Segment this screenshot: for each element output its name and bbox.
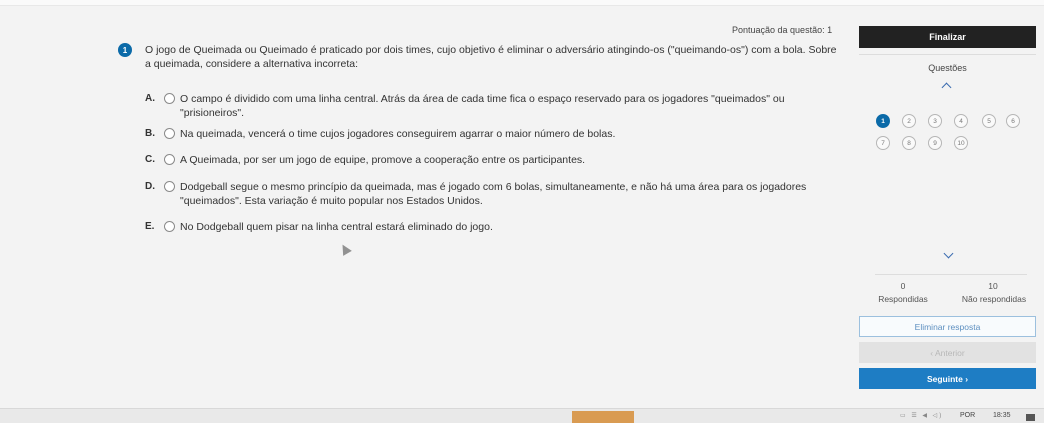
unanswered-label: Não respondidas bbox=[961, 294, 1027, 304]
option-a-radio[interactable] bbox=[164, 93, 175, 104]
option-e-radio[interactable] bbox=[164, 221, 175, 232]
option-text: O campo é dividido com uma linha central… bbox=[180, 93, 785, 119]
system-tray-icons[interactable]: ▭ ☰ ◀ ◁) bbox=[900, 412, 943, 419]
chevron-down-icon[interactable] bbox=[943, 248, 954, 259]
option-text: No Dodgeball quem pisar na linha central… bbox=[180, 221, 493, 233]
taskbar-app-highlight[interactable] bbox=[572, 411, 634, 423]
option-text: Na queimada, vencerá o time cujos jogado… bbox=[180, 128, 616, 140]
notification-icon[interactable] bbox=[1026, 414, 1035, 421]
answered-count: 0 bbox=[900, 281, 906, 291]
question-button-5[interactable]: 5 bbox=[982, 114, 996, 128]
option-d[interactable]: D. Dodgeball segue o mesmo princípio da … bbox=[145, 180, 820, 208]
question-button-3[interactable]: 3 bbox=[928, 114, 942, 128]
question-button-7[interactable]: 7 bbox=[876, 136, 890, 150]
questions-title: Questões bbox=[928, 63, 967, 73]
chevron-up-icon[interactable] bbox=[941, 82, 952, 93]
question-score: Pontuação da questão: 1 bbox=[732, 25, 833, 35]
clock[interactable]: 18:35 bbox=[993, 412, 1011, 419]
question-text: O jogo de Queimada ou Queimado é pratica… bbox=[145, 44, 837, 70]
divider bbox=[875, 274, 1027, 275]
option-letter: E. bbox=[145, 221, 155, 232]
mouse-cursor-icon bbox=[338, 242, 352, 256]
question-button-9[interactable]: 9 bbox=[928, 136, 942, 150]
option-b[interactable]: B. Na queimada, vencerá o time cujos jog… bbox=[145, 127, 820, 141]
eliminate-answer-button[interactable]: Eliminar resposta bbox=[859, 316, 1036, 337]
language-indicator[interactable]: POR bbox=[960, 412, 975, 419]
sidebar: Finalizar Questões 1 2 3 4 5 6 7 8 9 10 … bbox=[855, 22, 1039, 402]
next-button[interactable]: Seguinte › bbox=[859, 368, 1036, 389]
option-a[interactable]: A. O campo é dividido com uma linha cent… bbox=[145, 92, 820, 120]
option-e[interactable]: E. No Dodgeball quem pisar na linha cent… bbox=[145, 220, 820, 234]
option-c-radio[interactable] bbox=[164, 154, 175, 165]
option-letter: D. bbox=[145, 181, 155, 192]
question-button-1[interactable]: 1 bbox=[876, 114, 890, 128]
question-button-8[interactable]: 8 bbox=[902, 136, 916, 150]
top-border bbox=[0, 0, 1044, 6]
option-letter: A. bbox=[145, 93, 155, 104]
question-number-badge: 1 bbox=[118, 43, 132, 57]
question-button-2[interactable]: 2 bbox=[902, 114, 916, 128]
previous-button[interactable]: ‹ Anterior bbox=[859, 342, 1036, 363]
option-text: A Queimada, por ser um jogo de equipe, p… bbox=[180, 154, 586, 166]
option-b-radio[interactable] bbox=[164, 128, 175, 139]
answered-label: Respondidas bbox=[878, 294, 928, 304]
finalize-button[interactable]: Finalizar bbox=[859, 26, 1036, 48]
divider bbox=[859, 54, 1036, 55]
option-text: Dodgeball segue o mesmo princípio da que… bbox=[180, 181, 807, 207]
unanswered-count: 10 bbox=[988, 281, 998, 291]
question-button-10[interactable]: 10 bbox=[954, 136, 968, 150]
option-d-radio[interactable] bbox=[164, 181, 175, 192]
option-letter: B. bbox=[145, 128, 155, 139]
taskbar: ▭ ☰ ◀ ◁) POR 18:35 bbox=[0, 408, 1044, 423]
option-c[interactable]: C. A Queimada, por ser um jogo de equipe… bbox=[145, 153, 820, 167]
option-letter: C. bbox=[145, 154, 155, 165]
question-button-6[interactable]: 6 bbox=[1006, 114, 1020, 128]
question-button-4[interactable]: 4 bbox=[954, 114, 968, 128]
